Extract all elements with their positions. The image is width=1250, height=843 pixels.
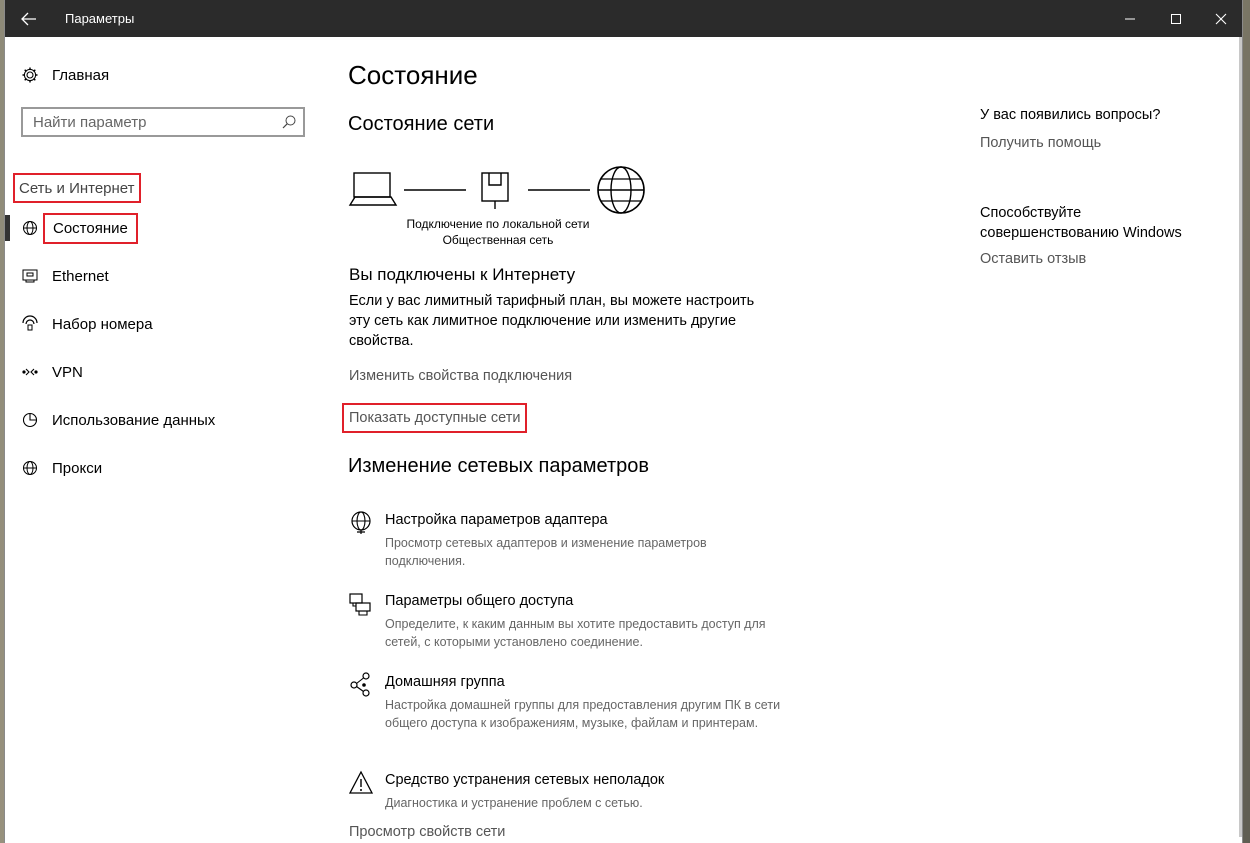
- ethernet-icon: [21, 267, 39, 285]
- sharing-icon: [349, 593, 371, 616]
- dialup-icon: [21, 315, 39, 333]
- globe-icon: [21, 219, 39, 237]
- sidebar-item-label: Ethernet: [52, 267, 109, 285]
- questions-title: У вас появились вопросы?: [980, 107, 1161, 123]
- page-title: Состояние: [348, 60, 478, 90]
- get-help-link[interactable]: Получить помощь: [980, 135, 1101, 151]
- option-description: Диагностика и устранение проблем с сетью…: [385, 796, 643, 810]
- adapter-icon: [351, 511, 371, 534]
- vpn-icon: [21, 363, 39, 381]
- option-description: Определите, к каким данным вы хотите пре…: [385, 617, 766, 649]
- connected-description: Если у вас лимитный тарифный план, вы мо…: [349, 293, 755, 349]
- search-box[interactable]: [21, 107, 305, 137]
- sidebar-item-status[interactable]: Состояние: [5, 208, 320, 248]
- internet-globe-icon: [597, 166, 645, 214]
- network-diagram: [348, 166, 645, 214]
- sidebar-item-proxy[interactable]: Прокси: [5, 448, 320, 488]
- network-name: Подключение по локальной сети: [406, 217, 590, 231]
- data-usage-icon: [21, 411, 39, 429]
- option-title: Настройка параметров адаптера: [385, 512, 608, 528]
- laptop-icon: [348, 172, 398, 206]
- sidebar-item-data-usage[interactable]: Использование данных: [5, 400, 320, 440]
- settings-window: Параметры Главная Сеть и Интернет: [5, 0, 1242, 843]
- minimize-icon[interactable]: [1107, 0, 1153, 37]
- homegroup-icon: [350, 672, 370, 697]
- sidebar-item-label: Набор номера: [52, 315, 153, 333]
- option-title: Домашняя группа: [385, 674, 505, 690]
- sidebar: Главная Сеть и Интернет Состояние Ethern…: [5, 37, 320, 843]
- option-title: Параметры общего доступа: [385, 593, 574, 609]
- option-description: Просмотр сетевых адаптеров и изменение п…: [385, 536, 707, 568]
- change-connection-properties-link[interactable]: Изменить свойства подключения: [349, 368, 572, 384]
- gear-icon: [21, 66, 39, 84]
- sidebar-item-status-label: Состояние: [43, 212, 138, 244]
- back-arrow-icon[interactable]: [5, 0, 52, 37]
- globe-icon: [21, 459, 39, 477]
- main-content: Состояние Состояние сети Подключение по: [341, 37, 948, 843]
- router-icon: [481, 172, 509, 209]
- nav-home-label: Главная: [52, 66, 110, 84]
- title-bar: Параметры: [5, 0, 1242, 37]
- option-description: Настройка домашней группы для предоставл…: [385, 698, 781, 730]
- close-icon[interactable]: [1198, 0, 1242, 37]
- sidebar-item-label: VPN: [52, 363, 83, 381]
- warning-icon: [348, 770, 374, 794]
- connected-title: Вы подключены к Интернету: [349, 265, 576, 284]
- sidebar-item-vpn[interactable]: VPN: [5, 352, 320, 392]
- sidebar-item-ethernet[interactable]: Ethernet: [5, 256, 320, 296]
- show-available-networks-link[interactable]: Показать доступные сети: [341, 403, 528, 433]
- sidebar-item-dialup[interactable]: Набор номера: [5, 304, 320, 344]
- maximize-icon[interactable]: [1153, 0, 1199, 37]
- network-status-title: Состояние сети: [348, 113, 495, 135]
- option-title: Средство устранения сетевых неполадок: [385, 772, 665, 788]
- change-settings-title: Изменение сетевых параметров: [348, 455, 649, 477]
- sidebar-item-label: Использование данных: [52, 411, 216, 429]
- feedback-link[interactable]: Оставить отзыв: [980, 251, 1086, 267]
- search-icon[interactable]: [281, 114, 297, 135]
- network-type: Общественная сеть: [442, 233, 554, 247]
- search-input[interactable]: [23, 109, 283, 135]
- selection-indicator: [5, 215, 10, 241]
- sidebar-item-label: Прокси: [52, 459, 103, 477]
- nav-home[interactable]: Главная: [5, 55, 320, 95]
- scrollbar[interactable]: [1239, 37, 1242, 837]
- section-title: Сеть и Интернет: [13, 173, 141, 203]
- improve-title: Способствуйте совершенствованию Windows: [980, 205, 1182, 241]
- view-network-properties-link[interactable]: Просмотр свойств сети: [349, 824, 505, 840]
- window-title: Параметры: [65, 11, 135, 26]
